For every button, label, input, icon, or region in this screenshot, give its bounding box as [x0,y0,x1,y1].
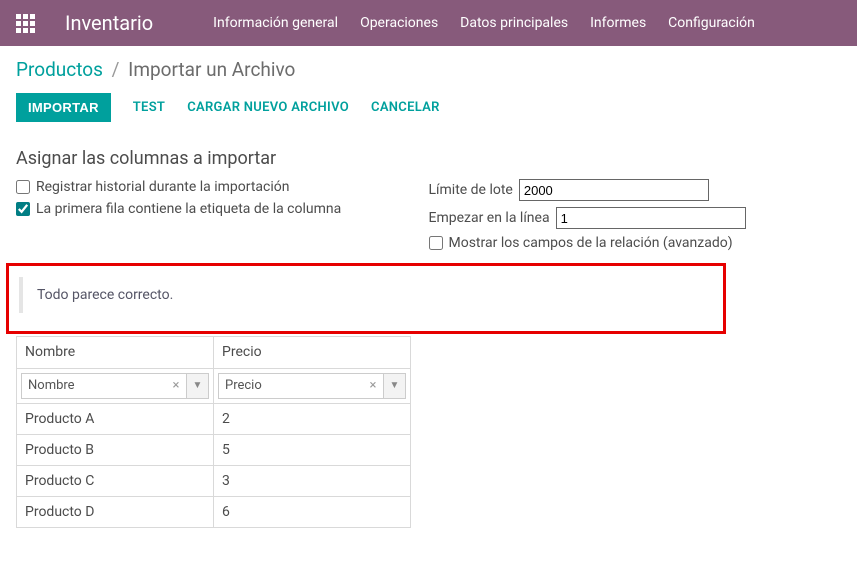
cell-nombre: Producto B [17,434,214,465]
topbar: Inventario Información general Operacion… [0,0,857,46]
nav-item-informacion-general[interactable]: Información general [213,15,338,31]
cell-nombre: Producto C [17,465,214,496]
toolbar: IMPORTAR TEST CARGAR NUEVO ARCHIVO CANCE… [16,93,841,122]
cell-nombre: Producto A [17,403,214,434]
cancelar-button[interactable]: CANCELAR [371,100,440,115]
cargar-nuevo-archivo-button[interactable]: CARGAR NUEVO ARCHIVO [187,100,349,115]
clear-icon[interactable]: × [166,378,186,393]
first-row-header-label[interactable]: La primera fila contiene la etiqueta de … [36,201,341,217]
show-relation-fields-label[interactable]: Mostrar los campos de la relación (avanz… [449,235,733,251]
lot-limit-input[interactable] [519,179,709,201]
table-row: Producto D 6 [17,496,411,527]
breadcrumb-productos[interactable]: Productos [16,58,103,81]
first-row-header-checkbox[interactable] [16,202,30,216]
breadcrumb: Productos / Importar un Archivo [16,58,841,81]
nav-item-configuracion[interactable]: Configuración [668,15,755,31]
start-line-input[interactable] [556,207,746,229]
mapping-value: Nombre [22,378,166,393]
import-preview-table: Nombre Precio Nombre × ▼ Precio [16,336,411,528]
breadcrumb-sep: / [112,58,120,81]
table-row: Producto C 3 [17,465,411,496]
show-relation-fields-checkbox[interactable] [429,236,443,250]
cell-precio: 5 [214,434,411,465]
column-mapping-precio[interactable]: Precio × ▼ [218,373,406,399]
app-title: Inventario [65,11,153,35]
column-mapping-nombre[interactable]: Nombre × ▼ [21,373,209,399]
section-title: Asignar las columnas a importar [16,148,841,169]
track-history-checkbox[interactable] [16,180,30,194]
apps-menu-icon[interactable] [16,14,35,33]
chevron-down-icon[interactable]: ▼ [383,374,405,398]
importar-button[interactable]: IMPORTAR [16,93,111,122]
cell-precio: 2 [214,403,411,434]
nav-item-operaciones[interactable]: Operaciones [360,15,438,31]
lot-limit-label: Límite de lote [429,182,513,198]
cell-precio: 3 [214,465,411,496]
clear-icon[interactable]: × [363,378,383,393]
cell-nombre: Producto D [17,496,214,527]
status-message: Todo parece correcto. [19,277,711,313]
breadcrumb-current: Importar un Archivo [128,58,295,81]
mapping-value: Precio [219,378,363,393]
test-button[interactable]: TEST [133,100,165,115]
nav-item-datos-principales[interactable]: Datos principales [460,15,568,31]
table-row: Producto A 2 [17,403,411,434]
track-history-label[interactable]: Registrar historial durante la importaci… [36,179,290,195]
cell-precio: 6 [214,496,411,527]
table-row: Producto B 5 [17,434,411,465]
start-line-label: Empezar en la línea [429,210,550,226]
chevron-down-icon[interactable]: ▼ [186,374,208,398]
topnav: Información general Operaciones Datos pr… [213,15,755,31]
table-header-nombre: Nombre [17,337,214,368]
table-header-precio: Precio [214,337,411,368]
nav-item-informes[interactable]: Informes [590,15,646,31]
status-highlight: Todo parece correcto. [6,263,726,334]
